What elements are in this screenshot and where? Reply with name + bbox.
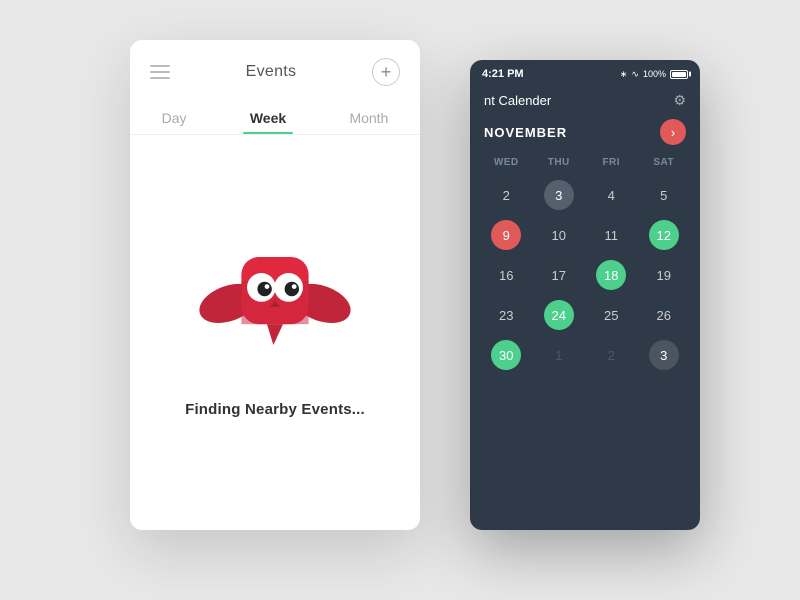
battery-icon <box>670 70 688 79</box>
cal-num: 2 <box>491 180 521 210</box>
day-label-wed: WED <box>480 153 533 172</box>
add-event-button[interactable]: + <box>372 58 400 86</box>
cal-cell[interactable]: 16 <box>480 256 533 294</box>
tab-day[interactable]: Day <box>146 102 203 134</box>
cal-cell[interactable]: 24 <box>533 296 586 334</box>
cal-num-muted: 2 <box>596 340 626 370</box>
cal-cell[interactable]: 4 <box>585 176 638 214</box>
cal-num: 11 <box>596 220 626 250</box>
cal-num-green: 30 <box>491 340 521 370</box>
mascot-area: Finding Nearby Events... <box>185 135 365 530</box>
menu-icon[interactable] <box>150 65 170 79</box>
battery-percent: 100% <box>643 69 666 79</box>
day-label-sat: SAT <box>638 153 691 172</box>
cal-cell[interactable]: 1 <box>533 336 586 374</box>
cal-cell[interactable]: 3 <box>638 336 691 374</box>
cal-header: nt Calender ⚙ <box>470 84 700 115</box>
cal-num: 10 <box>544 220 574 250</box>
cal-cell[interactable]: 5 <box>638 176 691 214</box>
cal-num-today: 3 <box>544 180 574 210</box>
cal-cell[interactable]: 25 <box>585 296 638 334</box>
day-label-fri: FRI <box>585 153 638 172</box>
cal-num-gray: 3 <box>649 340 679 370</box>
cal-cell[interactable]: 9 <box>480 216 533 254</box>
cal-num: 16 <box>491 260 521 290</box>
cal-cell[interactable]: 10 <box>533 216 586 254</box>
cal-cell[interactable]: 26 <box>638 296 691 334</box>
cal-num: 25 <box>596 300 626 330</box>
days-header: WED THU FRI SAT <box>470 153 700 172</box>
cal-cell[interactable]: 19 <box>638 256 691 294</box>
cal-num-green: 18 <box>596 260 626 290</box>
wifi-icon: ∿ <box>631 69 639 80</box>
tab-week[interactable]: Week <box>234 102 302 134</box>
cal-cell[interactable]: 2 <box>585 336 638 374</box>
cal-cell[interactable]: 3 <box>533 176 586 214</box>
cal-cell[interactable]: 18 <box>585 256 638 294</box>
cal-num-green: 12 <box>649 220 679 250</box>
tab-underline <box>243 132 293 135</box>
mascot-illustration <box>195 217 355 377</box>
cal-cell[interactable]: 2 <box>480 176 533 214</box>
cal-cell[interactable]: 17 <box>533 256 586 294</box>
status-icons: ∗ ∿ 100% <box>620 69 688 80</box>
tab-month[interactable]: Month <box>333 102 404 134</box>
next-month-button[interactable]: › <box>660 119 686 145</box>
cal-cell[interactable]: 12 <box>638 216 691 254</box>
cal-cell[interactable]: 23 <box>480 296 533 334</box>
cal-num: 17 <box>544 260 574 290</box>
status-bar: 4:21 PM ∗ ∿ 100% <box>470 60 700 84</box>
status-time: 4:21 PM <box>482 68 524 80</box>
cal-cell[interactable]: 11 <box>585 216 638 254</box>
calendar-card: 4:21 PM ∗ ∿ 100% nt Calender ⚙ NOVEMBER … <box>470 60 700 530</box>
cal-num-muted: 1 <box>544 340 574 370</box>
cal-num: 26 <box>649 300 679 330</box>
cal-num-red: 9 <box>491 220 521 250</box>
cal-num: 19 <box>649 260 679 290</box>
cal-num: 5 <box>649 180 679 210</box>
month-nav: NOVEMBER › <box>470 115 700 153</box>
settings-icon[interactable]: ⚙ <box>673 92 686 109</box>
cal-num-green: 24 <box>544 300 574 330</box>
month-label: NOVEMBER <box>484 125 567 140</box>
calendar-title: nt Calender <box>484 93 551 108</box>
events-title: Events <box>246 63 297 81</box>
events-card: Events + Day Week Month <box>130 40 420 530</box>
events-header: Events + <box>130 40 420 96</box>
calendar-grid: 2 3 4 5 9 10 11 12 16 17 18 19 23 24 25 … <box>470 176 700 374</box>
finding-text: Finding Nearby Events... <box>185 401 365 418</box>
day-label-thu: THU <box>533 153 586 172</box>
cal-num: 4 <box>596 180 626 210</box>
cal-num: 23 <box>491 300 521 330</box>
cal-cell[interactable]: 30 <box>480 336 533 374</box>
bluetooth-icon: ∗ <box>620 69 628 80</box>
tabs-row: Day Week Month <box>130 96 420 134</box>
